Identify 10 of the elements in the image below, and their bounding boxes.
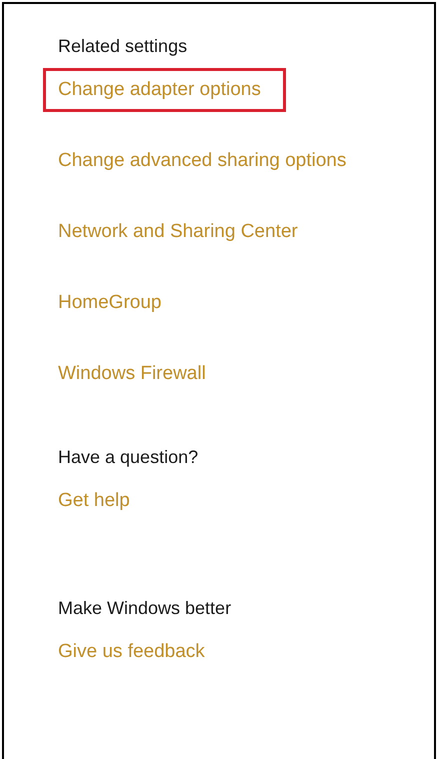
settings-link[interactable]: Windows Firewall (58, 362, 206, 386)
section-heading: Make Windows better (58, 597, 232, 620)
settings-link[interactable]: Network and Sharing Center (58, 220, 298, 244)
section-heading: Related settings (58, 35, 188, 58)
settings-link[interactable]: HomeGroup (58, 291, 162, 315)
settings-link[interactable]: Give us feedback (58, 640, 205, 664)
settings-link[interactable]: Get help (58, 489, 130, 513)
section-heading: Have a question? (58, 446, 200, 469)
settings-link[interactable]: Change advanced sharing options (58, 149, 346, 173)
settings-link[interactable]: Change adapter options (43, 68, 286, 112)
